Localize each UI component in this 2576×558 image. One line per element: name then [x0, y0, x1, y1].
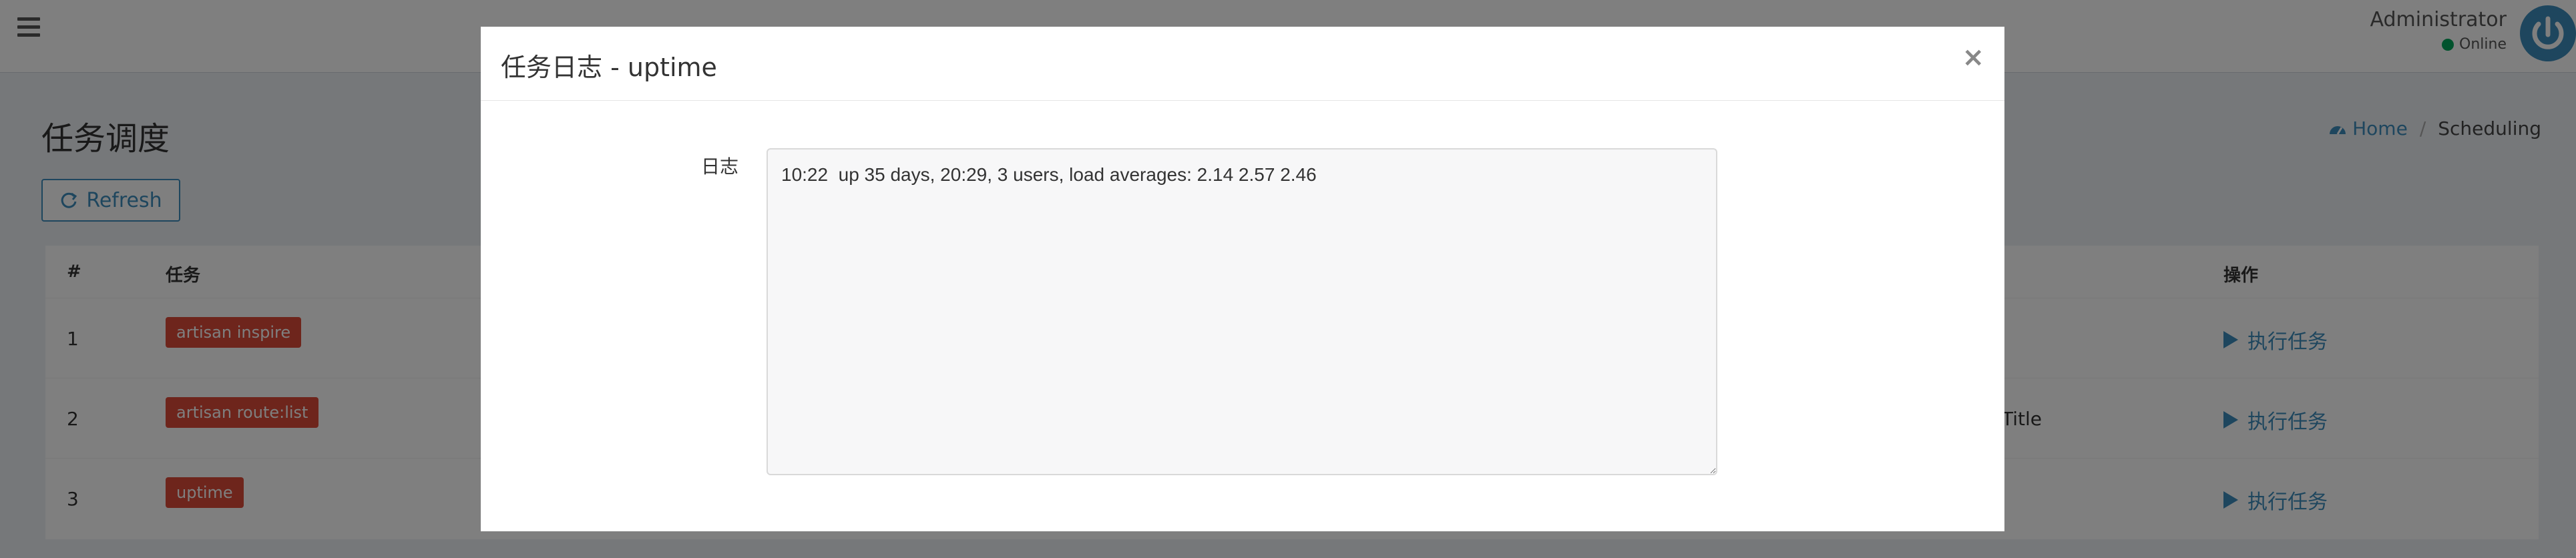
- modal-header: 任务日志 - uptime ×: [481, 27, 2004, 101]
- log-label: 日志: [701, 156, 739, 178]
- task-log-modal: 任务日志 - uptime × 日志 10:22 up 35 days, 20:…: [481, 27, 2004, 531]
- modal-title: 任务日志 - uptime: [501, 53, 717, 82]
- close-icon[interactable]: ×: [1962, 44, 1984, 71]
- log-textarea[interactable]: 10:22 up 35 days, 20:29, 3 users, load a…: [767, 148, 1717, 475]
